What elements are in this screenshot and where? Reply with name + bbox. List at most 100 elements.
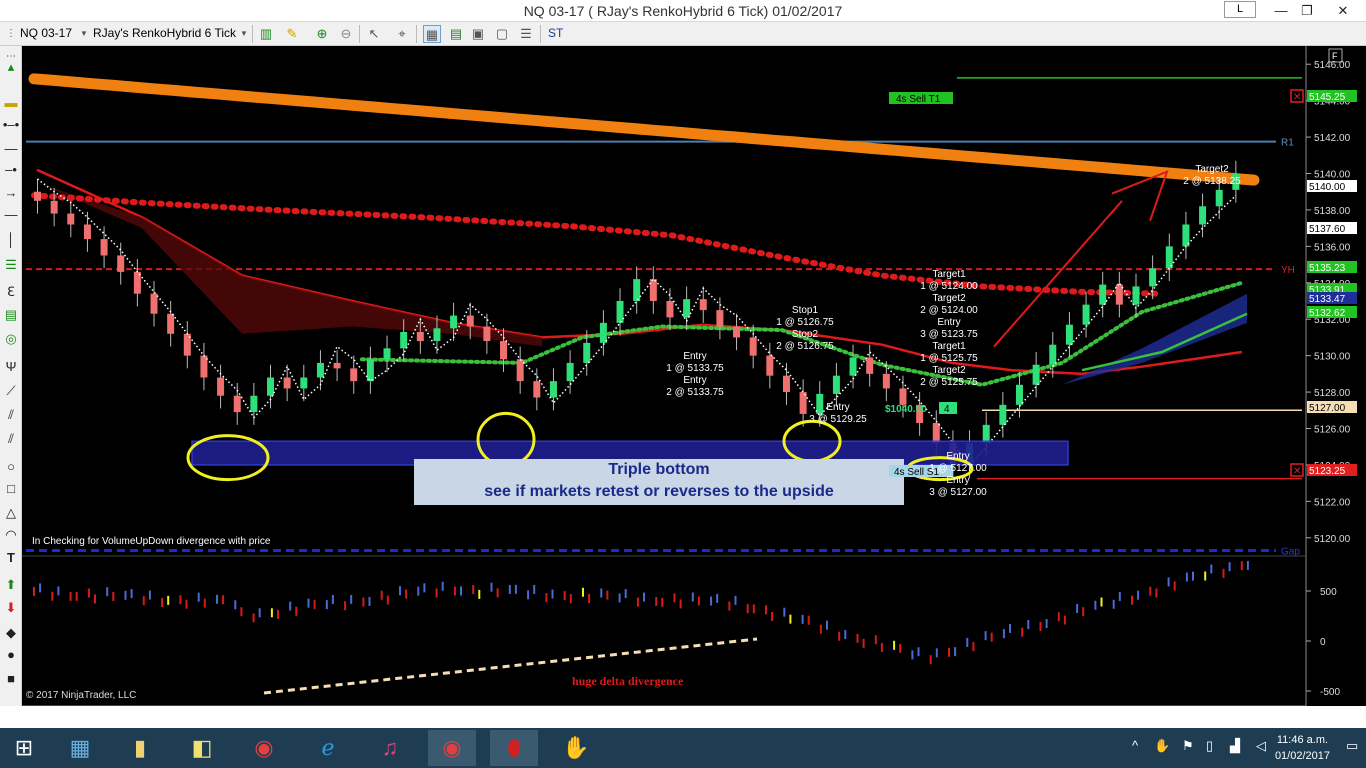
bar-style-icon[interactable]: ▥ [257, 25, 275, 43]
yh-label: YH [1281, 265, 1295, 276]
candle-body [1149, 268, 1157, 287]
st-button[interactable]: ST [548, 26, 563, 40]
itunes-icon[interactable]: ♫ [366, 730, 414, 766]
horizontal-line-icon[interactable]: — [2, 206, 20, 224]
close-order-icon: ✕ [1293, 466, 1301, 477]
candle-body [782, 375, 790, 393]
chevron-down-icon[interactable]: ▼ [75, 25, 93, 43]
crosshair-icon[interactable]: ⌖ [393, 25, 411, 43]
properties-icon[interactable]: ☰ [517, 25, 535, 43]
start-icon[interactable]: ⊞ [0, 730, 48, 766]
gann-fan-icon[interactable]: ⟋ [2, 382, 20, 400]
square-icon[interactable]: ■ [2, 670, 20, 688]
y-tick-label: 5122.00 [1314, 497, 1351, 508]
bar-type-selector[interactable]: RJay's RenkoHybrid 6 Tick [93, 26, 236, 40]
strategies-icon[interactable]: ▣ [469, 25, 487, 43]
restore-button[interactable]: ❐ [1290, 0, 1324, 21]
price-tag-label: 5133.47 [1309, 294, 1346, 305]
candle-body [167, 313, 175, 334]
entry-label: Entry [946, 451, 969, 462]
rectangle-icon[interactable]: □ [2, 480, 20, 498]
chrome-icon[interactable]: ◉ [240, 730, 288, 766]
delta-tick-label: 0 [1320, 637, 1326, 648]
trend-channel-icon[interactable]: ⫽ [2, 430, 20, 448]
arrow-up-icon[interactable]: ⬆ [2, 576, 20, 594]
candle-body [217, 377, 225, 396]
sell-t1-label: 4s Sell T1 [896, 94, 941, 105]
regression-channel-icon[interactable]: ⫽ [2, 406, 20, 424]
stop-label: 2 @ 5126.75 [776, 341, 834, 352]
candle-body [1215, 189, 1223, 207]
system-clock[interactable]: 11:46 a.m. 01/02/2017 [1275, 732, 1330, 764]
ellipse-icon[interactable]: ○ [2, 458, 20, 476]
fib-circle-icon[interactable]: ◎ [2, 330, 20, 348]
y-tick-label: 5130.00 [1314, 352, 1351, 363]
text-icon[interactable]: T [2, 549, 20, 567]
entry-label: Entry [683, 375, 706, 386]
arc-icon[interactable]: ◠ [2, 526, 20, 544]
notifications-icon[interactable]: ▭ [1346, 738, 1358, 754]
instrument-selector[interactable]: NQ 03-17 [20, 26, 72, 40]
candle-body [283, 377, 291, 389]
network-icon[interactable]: ▟ [1230, 738, 1240, 754]
chart-area[interactable]: ✕✕ F5120.005122.005124.005126.005128.005… [22, 46, 1366, 706]
price-tag-label: 5145.25 [1309, 92, 1346, 103]
separator [359, 25, 360, 43]
extended-line-icon[interactable]: –• [2, 161, 20, 179]
snipping-tool-icon[interactable]: ✋ [552, 730, 600, 766]
channel-icon[interactable]: ☰ [2, 256, 20, 274]
data-box-icon[interactable]: ▢ [493, 25, 511, 43]
calculator-icon[interactable]: ▦ [56, 730, 104, 766]
volume-icon[interactable]: ◁ [1256, 738, 1266, 754]
file-explorer-icon[interactable]: ▮ [116, 730, 164, 766]
delta-tick-label: 500 [1320, 587, 1337, 598]
fibonacci-icon[interactable]: ℇ [2, 283, 20, 301]
fib-extensions-icon[interactable]: ▤ [2, 306, 20, 324]
pitchfork-icon[interactable]: Ψ [2, 358, 20, 376]
ray-icon[interactable]: •–• [2, 116, 20, 134]
chrome-icon[interactable]: ◉ [428, 730, 476, 766]
candle-body [516, 359, 524, 382]
dot-icon[interactable]: ● [2, 646, 20, 664]
entry-label: 3 @ 5127.00 [929, 487, 987, 498]
cursor-icon[interactable]: ↖ [365, 25, 383, 43]
chart-trader-icon[interactable]: ▦ [423, 25, 441, 43]
layout-button[interactable]: L [1224, 1, 1256, 18]
arrow-down-icon[interactable]: ⬇ [2, 599, 20, 617]
pencil-icon[interactable]: ✎ [283, 25, 301, 43]
triangle-icon[interactable]: △ [2, 504, 20, 522]
candle-body [383, 348, 391, 360]
ninjatrader-icon[interactable]: ⬮ [490, 730, 538, 766]
arrow-line-icon[interactable]: → [2, 184, 20, 202]
sticky-notes-icon[interactable]: ◧ [178, 730, 226, 766]
y-tick-label: 5146.00 [1314, 60, 1351, 71]
candle-body [416, 331, 424, 342]
diamond-icon[interactable]: ◆ [2, 624, 20, 642]
candle-body [766, 355, 774, 376]
candle-body [666, 301, 674, 318]
candle-body [649, 279, 657, 301]
internet-explorer-icon[interactable]: ℯ [304, 730, 352, 766]
text-box-icon[interactable]: ▬ [2, 94, 20, 112]
candle-body [699, 299, 707, 311]
expand-icon[interactable]: ▴ [2, 58, 20, 76]
clock-date: 01/02/2017 [1274, 750, 1330, 762]
candle-body [67, 213, 75, 225]
title-bar: NQ 03-17 ( RJay's RenkoHybrid 6 Tick) 01… [0, 0, 1366, 22]
flag-icon[interactable]: ⚑ [1182, 738, 1194, 754]
candle-body [882, 373, 890, 389]
candle-body [450, 315, 458, 329]
zoom-in-icon[interactable]: ⊕ [313, 25, 331, 43]
chart-canvas[interactable]: ✕✕ F5120.005122.005124.005126.005128.005… [22, 46, 1366, 706]
candle-body [566, 362, 574, 382]
close-button[interactable]: ✕ [1320, 0, 1366, 21]
chevron-up-icon[interactable]: ^ [1132, 738, 1138, 753]
candle-body [633, 279, 641, 301]
vertical-line-icon[interactable]: │ [2, 231, 20, 249]
chevron-down-icon[interactable]: ▼ [235, 25, 253, 43]
indicators-icon[interactable]: ▤ [447, 25, 465, 43]
battery-icon[interactable]: ▯ [1206, 738, 1213, 754]
zoom-out-icon[interactable]: ⊖ [337, 25, 355, 43]
tray-app-icon[interactable]: ✋ [1154, 738, 1170, 754]
line-icon[interactable]: — [2, 140, 20, 158]
